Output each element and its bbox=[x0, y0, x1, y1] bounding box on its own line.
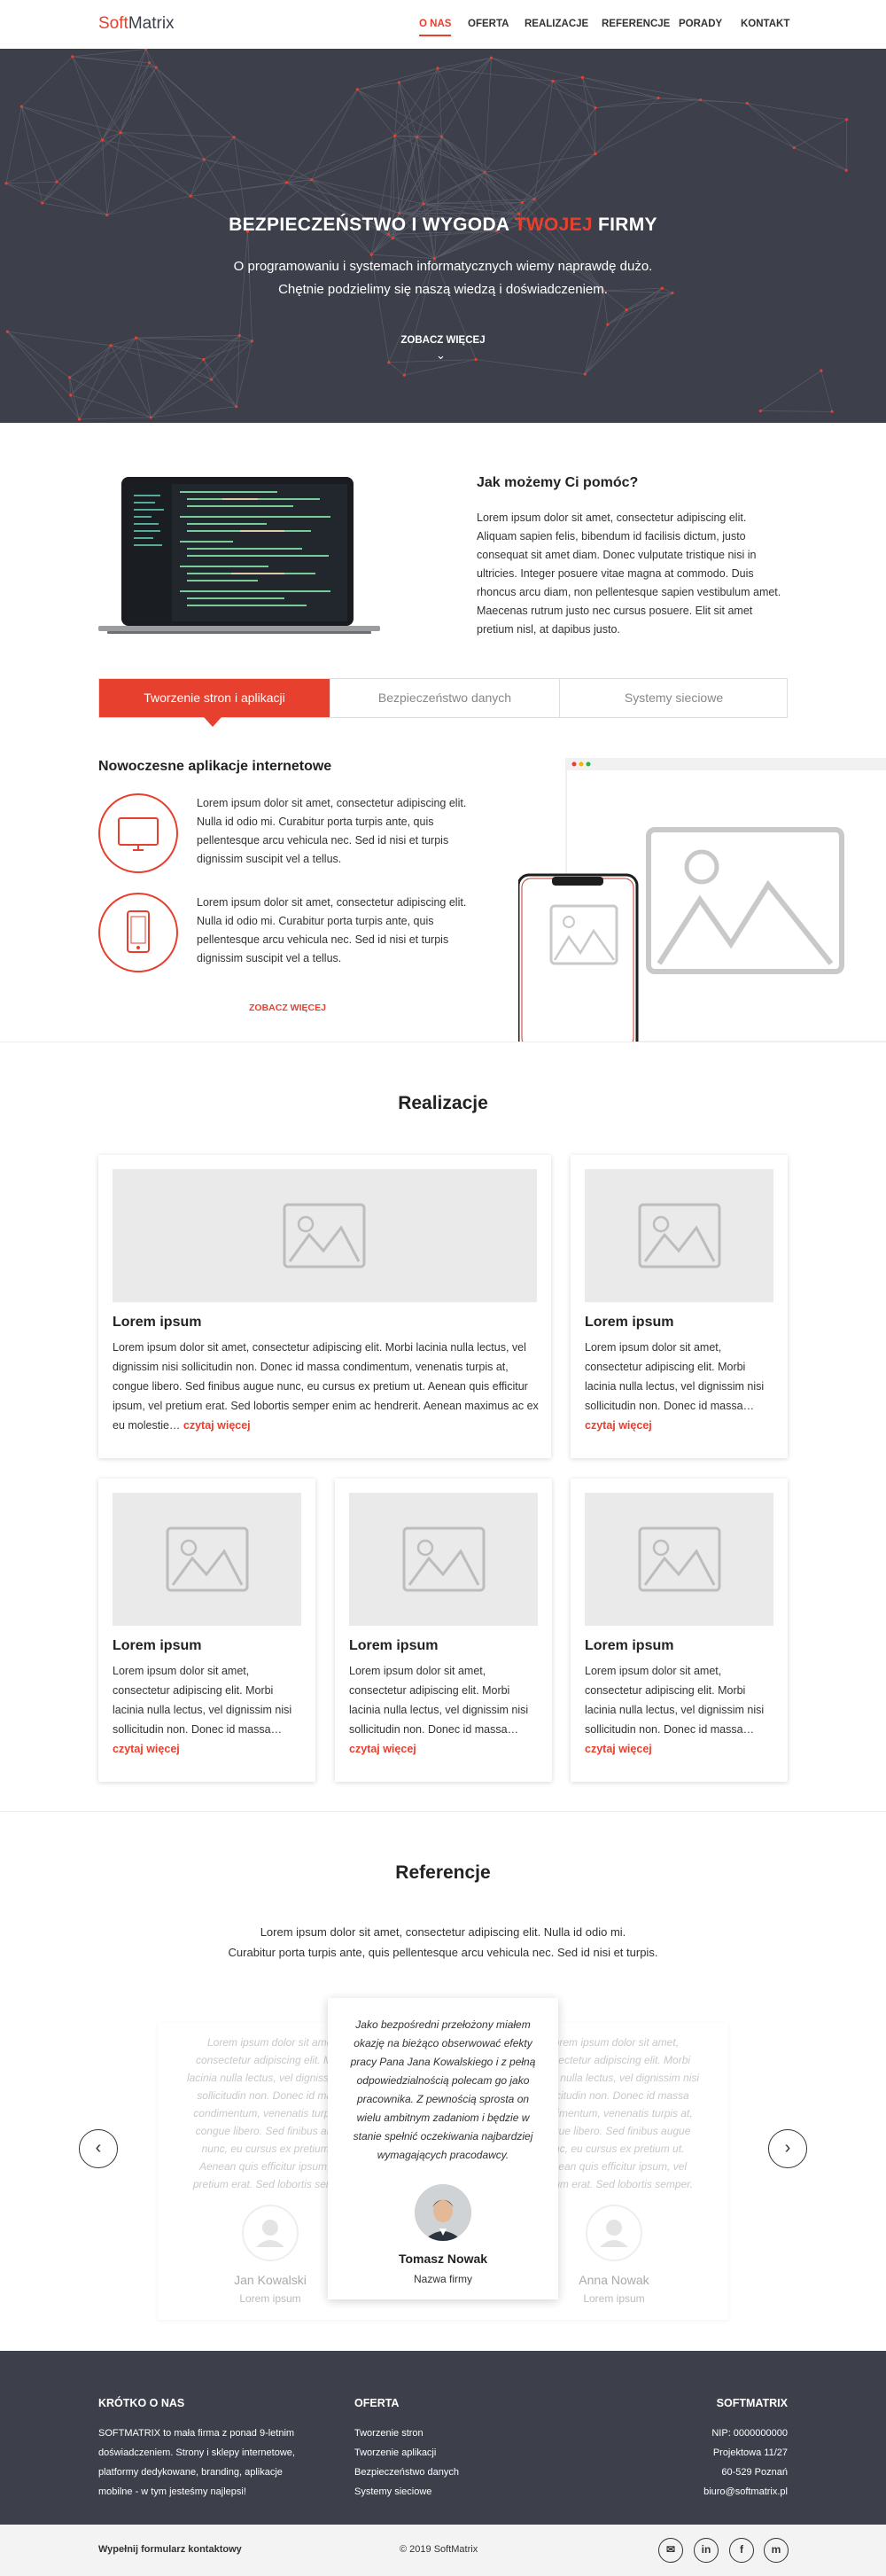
testimonial-name: Tomasz Nowak bbox=[398, 2252, 488, 2266]
nav-o-nas[interactable]: O NAS bbox=[419, 19, 452, 36]
hero-title: BEZPIECZEŃSTWO I WYGODA TWOJEJ FIRMY bbox=[229, 215, 657, 235]
project-title: Lorem ipsum bbox=[349, 1638, 439, 1653]
project-card[interactable]: Lorem ipsum Lorem ipsum dolor sit amet, … bbox=[98, 1479, 315, 1782]
network-background bbox=[4, 49, 849, 421]
footer-about-text: SOFTMATRIX to mała firma z ponad 9-letni… bbox=[98, 2428, 295, 2497]
project-card[interactable]: Lorem ipsum Lorem ipsum dolor sit amet, … bbox=[335, 1479, 552, 1782]
project-text: Lorem ipsum dolor sit amet, consectetur … bbox=[585, 1341, 765, 1432]
footer-offer-link[interactable]: Tworzenie stron bbox=[354, 2424, 424, 2443]
footer-offer-link[interactable]: Tworzenie aplikacji bbox=[354, 2443, 436, 2463]
footer: KRÓTKO O NAS SOFTMATRIX to mała firma z … bbox=[0, 2351, 886, 2525]
referencje-intro: Lorem ipsum dolor sit amet, consectetur … bbox=[228, 1925, 658, 1959]
laptop-image bbox=[98, 477, 380, 636]
footer-offer-link[interactable]: Bezpieczeństwo danych bbox=[354, 2463, 459, 2482]
testimonial-quote: Jako bezpośredni przełożony miałem okazj… bbox=[350, 2018, 536, 2161]
image-placeholder-icon bbox=[349, 1493, 538, 1626]
chevron-right-icon[interactable]: › bbox=[768, 2129, 807, 2168]
tab-bezpieczenstwo[interactable]: Bezpieczeństwo danych bbox=[330, 679, 559, 717]
footer-email-link[interactable]: biuro@softmatrix.pl bbox=[610, 2482, 788, 2502]
logo[interactable]: SoftMatrix bbox=[98, 14, 175, 34]
image-placeholder-icon bbox=[585, 1169, 773, 1302]
hero-banner: BEZPIECZEŃSTWO I WYGODA TWOJEJ FIRMY O p… bbox=[0, 49, 886, 423]
image-placeholder-icon bbox=[585, 1493, 773, 1626]
apps-title: Nowoczesne aplikacje internetowe bbox=[98, 759, 332, 774]
chevron-left-icon[interactable]: ‹ bbox=[79, 2129, 118, 2168]
help-title: Jak możemy Ci pomóc? bbox=[477, 475, 639, 490]
project-card[interactable]: Lorem ipsum Lorem ipsum dolor sit amet, … bbox=[571, 1155, 788, 1458]
project-title: Lorem ipsum bbox=[113, 1315, 202, 1330]
project-title: Lorem ipsum bbox=[585, 1315, 674, 1330]
footer-company-title: SOFTMATRIX bbox=[716, 2397, 788, 2409]
avatar-placeholder-icon bbox=[586, 2205, 642, 2261]
footer-offer-link[interactable]: Systemy sieciowe bbox=[354, 2482, 431, 2502]
avatar-placeholder-icon bbox=[242, 2205, 299, 2261]
tab-systemy[interactable]: Systemy sieciowe bbox=[560, 679, 788, 717]
image-placeholder-icon bbox=[113, 1493, 301, 1626]
footer-offer-title: OFERTA bbox=[354, 2397, 400, 2409]
image-placeholder-icon bbox=[113, 1169, 537, 1302]
project-text: Lorem ipsum dolor sit amet, consectetur … bbox=[113, 1341, 539, 1432]
help-text: Lorem ipsum dolor sit amet, consectetur … bbox=[477, 511, 781, 636]
devices-illustration bbox=[518, 758, 886, 1042]
read-more-link[interactable]: czytaj więcej bbox=[113, 1743, 180, 1755]
nav-oferta[interactable]: OFERTA bbox=[468, 19, 509, 29]
facebook-icon[interactable]: f bbox=[729, 2538, 754, 2563]
section-title-realizacje: Realizacje bbox=[398, 1093, 488, 1113]
testimonial-card-active: Jako bezpośredni przełożony miałem okazj… bbox=[328, 1998, 558, 2299]
active-tab-pointer bbox=[204, 717, 222, 727]
avatar bbox=[415, 2184, 471, 2241]
project-text: Lorem ipsum dolor sit amet, consectetur … bbox=[585, 1665, 765, 1755]
hero-subtitle: O programowaniu i systemach informatyczn… bbox=[233, 259, 653, 297]
nav-kontakt[interactable]: KONTAKT bbox=[741, 19, 789, 29]
read-more-link[interactable]: czytaj więcej bbox=[585, 1419, 652, 1432]
copyright: © 2019 SoftMatrix bbox=[400, 2544, 478, 2555]
project-card[interactable]: Lorem ipsum Lorem ipsum dolor sit amet, … bbox=[571, 1479, 788, 1782]
section-title-referencje: Referencje bbox=[395, 1862, 491, 1883]
mail-icon[interactable]: ✉ bbox=[658, 2538, 683, 2563]
messenger-icon[interactable]: m bbox=[764, 2538, 789, 2563]
apps-item-text: Lorem ipsum dolor sit amet, consectetur … bbox=[197, 896, 467, 964]
project-text: Lorem ipsum dolor sit amet, consectetur … bbox=[349, 1665, 529, 1755]
project-title: Lorem ipsum bbox=[113, 1638, 202, 1653]
divider bbox=[0, 1811, 886, 1812]
footer-company-line: Projektowa 11/27 bbox=[712, 2447, 788, 2458]
nav-referencje[interactable]: REFERENCJE bbox=[602, 19, 670, 29]
project-text: Lorem ipsum dolor sit amet, consectetur … bbox=[113, 1665, 292, 1755]
read-more-link[interactable]: czytaj więcej bbox=[349, 1743, 416, 1755]
bottom-bar: Wypełnij formularz kontaktowy © 2019 Sof… bbox=[0, 2525, 886, 2576]
project-title: Lorem ipsum bbox=[585, 1638, 674, 1653]
footer-company-line: NIP: 0000000000 bbox=[711, 2428, 788, 2439]
testimonial-role: Nazwa firmy bbox=[413, 2273, 472, 2285]
nav-realizacje[interactable]: REALIZACJE bbox=[525, 19, 588, 29]
tab-tworzenie[interactable]: Tworzenie stron i aplikacji bbox=[99, 679, 330, 717]
header: SoftMatrix O NAS OFERTA REALIZACJE REFER… bbox=[0, 0, 886, 49]
monitor-icon bbox=[98, 793, 178, 873]
linkedin-icon[interactable]: in bbox=[694, 2538, 719, 2563]
footer-company-line: 60-529 Poznań bbox=[721, 2467, 788, 2478]
contact-form-link[interactable]: Wypełnij formularz kontaktowy bbox=[98, 2544, 242, 2555]
phone-icon bbox=[98, 893, 178, 972]
nav-porady[interactable]: PORADY bbox=[679, 19, 722, 29]
read-more-link[interactable]: czytaj więcej bbox=[183, 1419, 251, 1432]
apps-item-text: Lorem ipsum dolor sit amet, consectetur … bbox=[197, 797, 467, 865]
apps-more-link[interactable]: ZOBACZ WIĘCEJ bbox=[249, 1003, 326, 1013]
footer-about-title: KRÓTKO O NAS bbox=[98, 2397, 185, 2409]
service-tabs: Tworzenie stron i aplikacji Bezpieczeńst… bbox=[98, 678, 788, 718]
chevron-down-icon[interactable]: ⌄ bbox=[436, 348, 446, 363]
read-more-link[interactable]: czytaj więcej bbox=[585, 1743, 652, 1755]
hero-more-link[interactable]: ZOBACZ WIĘCEJ bbox=[0, 335, 886, 346]
project-card[interactable]: Lorem ipsum Lorem ipsum dolor sit amet, … bbox=[98, 1155, 551, 1458]
